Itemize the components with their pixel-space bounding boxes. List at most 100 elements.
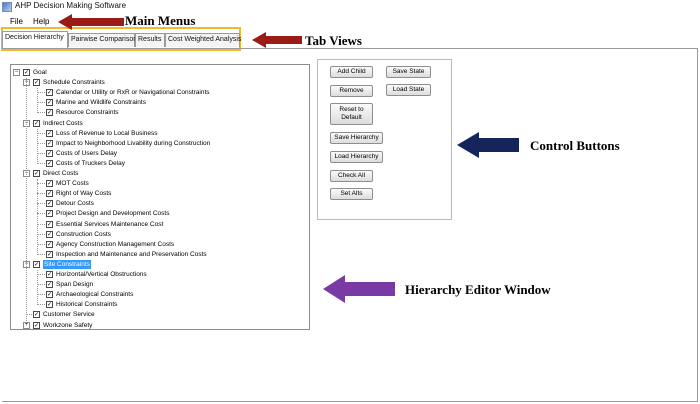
tree-connector [37,193,45,195]
tree-node-leaf[interactable]: ✓ Costs of Users Delay [37,149,297,159]
menu-help[interactable]: Help [33,17,49,26]
tree-node-leaf[interactable]: ✓ Impact to Neighborhood Livability durin… [37,139,297,149]
title-bar: AHP Decision Making Software [0,0,700,15]
tree-node-leaf[interactable]: ✓ Calendar or Utility or RxR or Navigatio… [37,88,297,98]
checkbox-checked-icon[interactable]: ✓ [46,89,53,97]
checkbox-checked-icon[interactable]: ✓ [46,271,53,278]
annotation-main-menus: Main Menus [125,13,196,28]
checkbox-checked-icon[interactable]: ✓ [46,240,53,248]
tree-node-leaf[interactable]: ✓ Loss of Revenue to Local Business [37,129,297,139]
checkbox-checked-icon[interactable]: ✓ [33,311,40,319]
tree-node-group[interactable]: − ✓ Schedule Constraints [23,78,293,88]
tree-connector [37,142,45,144]
checkbox-checked-icon[interactable]: ✓ [46,230,53,238]
load-state-button[interactable]: Load State [386,84,431,96]
tree-node-label: Archaeological Constraints [56,291,134,299]
tree-node-leaf[interactable]: ✓ Archaeological Constraints [37,290,297,300]
remove-button[interactable]: Remove [330,85,373,97]
checkbox-checked-icon[interactable]: ✓ [46,220,53,228]
tab-views-arrow-icon [252,32,302,48]
tree-node-leaf[interactable]: ✓ Historical Constraints [37,300,297,310]
tab-results[interactable]: Results [135,33,165,47]
tree-node-leaf[interactable]: ✓ Horizontal/Vertical Obstructions [37,270,297,280]
collapse-icon[interactable]: − [13,69,20,76]
add-child-button[interactable]: Add Child [330,66,373,78]
checkbox-checked-icon[interactable]: ✓ [46,129,53,137]
tree-node-leaf[interactable]: ✓ Construction Costs [37,230,297,240]
checkbox-checked-icon[interactable]: ✓ [33,79,40,87]
tree-connector [37,162,45,164]
tree-node-label: Project Design and Development Costs [56,210,170,218]
tree-node-leaf[interactable]: ✓ MOT Costs [37,179,297,189]
tree-node-label: Customer Service [43,311,95,319]
tree-connector [37,294,45,296]
annotation-tab-views: Tab Views [305,33,362,48]
save-hierarchy-button[interactable]: Save Hierarchy [330,132,383,144]
checkbox-checked-icon[interactable]: ✓ [46,291,53,299]
app-icon [2,2,12,12]
checkbox-checked-icon[interactable]: ✓ [33,321,40,329]
checkbox-checked-icon[interactable]: ✓ [46,180,53,188]
tree-node-leaf[interactable]: ✓ Project Design and Development Costs [37,209,297,219]
tree-node-leaf[interactable]: ✓ Detour Costs [37,199,297,209]
checkbox-checked-icon[interactable]: ✓ [46,210,53,218]
tree-node-leaf[interactable]: ✓ Right of Way Costs [37,189,297,199]
tree-connector [37,102,45,104]
set-alts-button[interactable]: Set Alts [330,188,373,200]
tree-node-label: Workzone Safety [43,321,93,329]
checkbox-checked-icon[interactable]: ✓ [46,149,53,157]
tree-node-label: Inspection and Maintenance and Preservat… [56,250,207,258]
tree-node-group[interactable]: − ✓ Direct Costs [23,169,293,179]
hierarchy-editor-arrow-icon [323,275,395,303]
tree-node-leaf[interactable]: ✓ Span Design [37,280,297,290]
tree-node-group[interactable]: + ✓ Workzone Safety [23,321,293,331]
tree-node-label: Costs of Users Delay [56,149,118,157]
tree-connector [37,88,38,114]
annotation-control-buttons: Control Buttons [530,138,620,153]
tree-node-group[interactable]: − ✓ Site Constraints [23,259,293,270]
tab-cost-weighted-analysis[interactable]: Cost Weighted Analysis [165,33,241,47]
tree-connector [37,270,38,306]
hierarchy-tree-view[interactable]: − ✓ Goal − ✓ Schedule Constraints ✓ Calendar… [10,64,310,330]
checkbox-checked-icon[interactable]: ✓ [46,109,53,117]
checkbox-checked-icon[interactable]: ✓ [46,250,53,258]
checkbox-checked-icon[interactable]: ✓ [46,281,53,289]
checkbox-checked-icon[interactable]: ✓ [46,139,53,147]
tree-node-leaf[interactable]: ✓ Inspection and Maintenance and Preserva… [37,250,297,260]
tree-node-label: Schedule Constraints [43,79,105,87]
annotation-hierarchy-editor: Hierarchy Editor Window [405,282,551,297]
checkbox-checked-icon[interactable]: ✓ [33,119,40,127]
tree-node-label: Indirect Costs [43,119,83,127]
tab-decision-hierarchy[interactable]: Decision Hierarchy [2,31,68,48]
checkbox-checked-icon[interactable]: ✓ [46,99,53,107]
checkbox-checked-icon[interactable]: ✓ [33,260,40,268]
reset-label-line2: Default [341,114,362,121]
tree-node-label: Direct Costs [43,170,79,177]
tree-connector [37,128,38,164]
reset-to-default-button[interactable]: Reset to Default [330,103,373,125]
tab-pairwise-comparison[interactable]: Pairwise Comparison [68,33,137,47]
tree-node-goal[interactable]: − ✓ Goal [13,68,293,78]
tree-node-label: Loss of Revenue to Local Business [56,129,158,137]
tree-node-leaf[interactable]: ✓ Costs of Truckers Delay [37,159,297,169]
menu-file[interactable]: File [10,17,23,26]
checkbox-checked-icon[interactable]: ✓ [33,170,40,177]
checkbox-checked-icon[interactable]: ✓ [23,69,30,76]
tree-node-leaf[interactable]: ✓ Marine and Wildlife Constraints [37,98,297,108]
save-state-button[interactable]: Save State [386,66,431,78]
tree-node-leaf[interactable]: ✓ Resource Constraints [37,108,297,118]
checkbox-checked-icon[interactable]: ✓ [46,301,53,309]
checkbox-checked-icon[interactable]: ✓ [46,200,53,208]
load-hierarchy-button[interactable]: Load Hierarchy [330,151,383,163]
tab-panel-border-right [697,48,698,402]
tree-connector [37,304,45,306]
tree-node-group[interactable]: − ✓ Indirect Costs [23,119,293,129]
window-title: AHP Decision Making Software [15,1,127,10]
check-all-button[interactable]: Check All [330,170,373,182]
checkbox-checked-icon[interactable]: ✓ [46,159,53,167]
tree-node-leaf[interactable]: ✓ Agency Construction Management Costs [37,240,297,250]
tree-node-leaf[interactable]: ✓ Essential Services Maintenance Cost [37,220,297,230]
checkbox-checked-icon[interactable]: ✓ [46,190,53,198]
tree-node-label: Costs of Truckers Delay [56,159,125,167]
tree-node-group[interactable]: ✓ Customer Service [23,310,293,320]
